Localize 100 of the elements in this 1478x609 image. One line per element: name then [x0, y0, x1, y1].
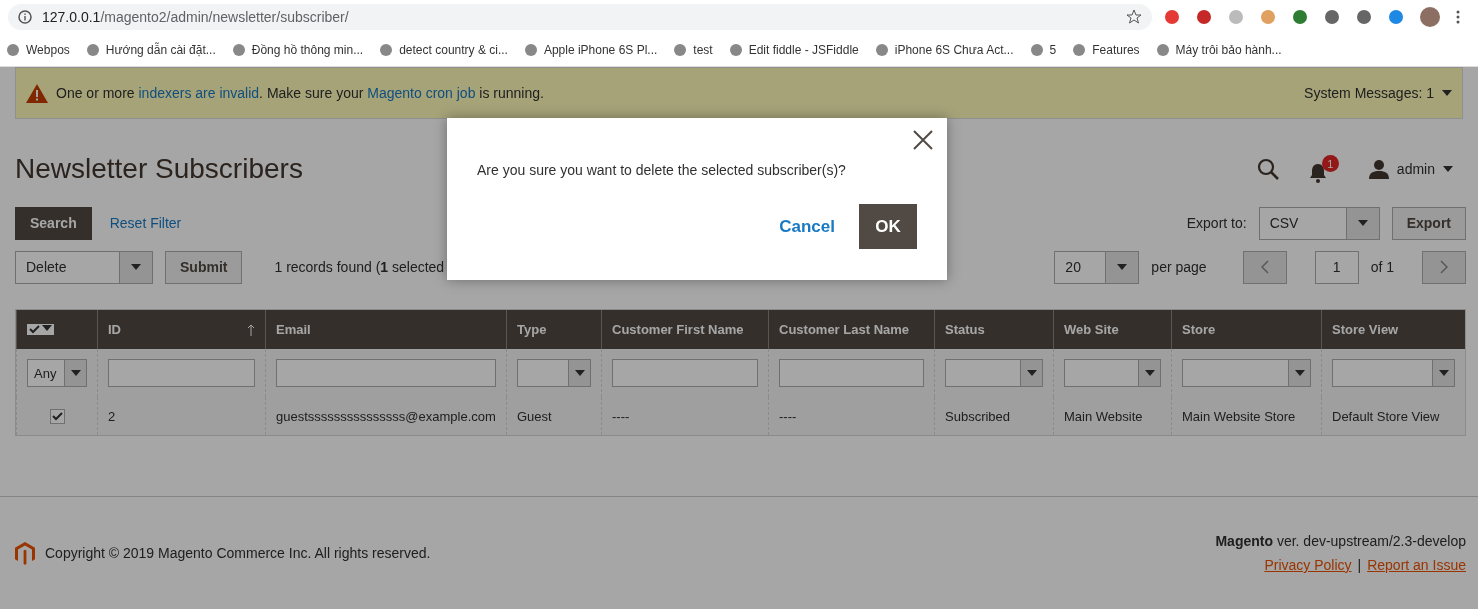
column-header[interactable]: ID	[97, 310, 265, 349]
bookmark[interactable]: iPhone 6S Chưa Act...	[874, 43, 1014, 57]
page-input[interactable]: 1	[1314, 250, 1359, 284]
search-button[interactable]: Search	[15, 206, 92, 240]
table-cell: 2	[108, 408, 116, 424]
check-icon	[29, 325, 40, 334]
filter-input[interactable]	[276, 359, 496, 387]
ok-button[interactable]: OK	[859, 204, 917, 249]
export-format-select[interactable]: CSV	[1258, 206, 1380, 240]
reset-filter-link[interactable]: Reset Filter	[109, 215, 182, 231]
notice-link[interactable]: Magento cron job	[367, 85, 476, 101]
export-label: Export to:	[1186, 215, 1247, 231]
site-icon	[1072, 43, 1087, 57]
column-header[interactable]: Store View	[1321, 310, 1465, 349]
extension-icon[interactable]	[1324, 9, 1340, 25]
previous-page-button[interactable]	[1242, 250, 1287, 284]
bookmark[interactable]: test	[673, 43, 713, 57]
column-header[interactable]: Store	[1171, 310, 1321, 349]
export-button[interactable]: Export	[1391, 206, 1466, 240]
avatar-icon[interactable]	[1420, 7, 1440, 27]
caret-icon	[1438, 370, 1449, 376]
menu-icon[interactable]	[1456, 10, 1460, 24]
site-icon	[523, 43, 538, 57]
filter-input[interactable]	[612, 359, 758, 387]
table-cell: Default Store View	[1332, 408, 1440, 424]
filter-select[interactable]	[1332, 359, 1455, 387]
site-icon	[6, 43, 20, 57]
table-cell: guestsssssssssssssss@example.com	[276, 408, 496, 424]
bookmark[interactable]: 5	[1029, 43, 1057, 57]
mass-select-header[interactable]	[16, 310, 97, 349]
filter-input[interactable]	[779, 359, 924, 387]
extension-icon[interactable]	[1356, 9, 1372, 25]
notifications-bell[interactable]: 1	[1308, 155, 1339, 183]
search-icon[interactable]	[1256, 158, 1279, 180]
bookmark[interactable]: Hướng dẫn cài đặt...	[85, 43, 216, 57]
site-icon	[874, 43, 889, 57]
extension-icon[interactable]	[1292, 9, 1308, 25]
link-separator: |	[1357, 557, 1362, 573]
caret-icon	[1357, 220, 1368, 226]
submit-button[interactable]: Submit	[165, 250, 243, 284]
bookmark[interactable]: Edit fiddle - JSFiddle	[728, 43, 859, 57]
site-icon	[673, 43, 688, 57]
caret-icon	[1026, 370, 1037, 376]
per-page-select[interactable]: 20	[1054, 250, 1140, 284]
per-page-label: per page	[1151, 259, 1207, 275]
records-count: 1 records found (1 selected	[274, 259, 445, 275]
star-icon[interactable]	[1126, 9, 1142, 25]
system-messages[interactable]: System Messages: 1	[1304, 85, 1452, 101]
warning-icon	[26, 83, 48, 103]
table-cell: ----	[612, 408, 630, 424]
bookmark[interactable]: Features	[1072, 43, 1140, 57]
column-header[interactable]: Customer Last Name	[768, 310, 934, 349]
site-icon	[1155, 43, 1170, 57]
filter-input[interactable]	[108, 359, 255, 387]
notice-text: One or more indexers are invalid. Make sure your Magento cron job is running.	[56, 85, 545, 101]
site-icon	[85, 43, 100, 57]
table-cell: Main Website	[1064, 408, 1143, 424]
caret-icon	[42, 325, 52, 331]
column-header[interactable]: Web Site	[1053, 310, 1171, 349]
extension-icon[interactable]	[1388, 9, 1404, 25]
bookmark[interactable]: Apple iPhone 6S Pl...	[523, 43, 658, 57]
extension-icon[interactable]	[1164, 9, 1180, 25]
cancel-button[interactable]: Cancel	[773, 215, 841, 238]
bookmark[interactable]: Đồng hồ thông min...	[231, 43, 364, 57]
bookmark[interactable]: Webpos	[6, 43, 70, 57]
caret-icon	[1442, 90, 1452, 96]
column-header[interactable]: Status	[934, 310, 1053, 349]
user-menu[interactable]: admin	[1368, 159, 1453, 179]
column-header[interactable]: Customer First Name	[601, 310, 768, 349]
bell-icon	[1308, 163, 1327, 183]
caret-icon	[70, 370, 81, 376]
filter-select[interactable]	[945, 359, 1043, 387]
extension-icon[interactable]	[1196, 9, 1212, 25]
table-cell: ----	[779, 408, 797, 424]
bookmark[interactable]: detect country & ci...	[379, 43, 508, 57]
caret-icon	[1294, 370, 1305, 376]
caret-icon	[131, 264, 141, 270]
caret-icon	[574, 370, 585, 376]
site-icon	[379, 43, 394, 57]
page-title: Newsletter Subscribers	[15, 153, 303, 185]
column-header[interactable]: Type	[506, 310, 601, 349]
filter-select[interactable]: Any	[27, 359, 87, 387]
table-cell: Subscribed	[945, 408, 1011, 424]
site-icon	[728, 43, 743, 57]
notification-count: 1	[1321, 155, 1339, 172]
chevron-left-icon	[1260, 260, 1269, 274]
caret-icon	[1117, 264, 1128, 270]
next-page-button[interactable]	[1422, 250, 1466, 284]
address-bar[interactable]: 127.0.0.1/magento2/admin/newsletter/subscriber/	[8, 4, 1152, 30]
filter-select[interactable]	[517, 359, 591, 387]
filter-select[interactable]	[1182, 359, 1311, 387]
mass-action-select[interactable]: Delete	[15, 250, 153, 284]
column-header[interactable]: Email	[265, 310, 506, 349]
bookmark[interactable]: Máy trôi bảo hành...	[1155, 43, 1282, 57]
table-cell: Main Website Store	[1182, 408, 1296, 424]
row-checkbox[interactable]	[49, 408, 65, 424]
filter-select[interactable]	[1064, 359, 1161, 387]
version-text: Magento ver. dev-upstream/2.3-develop	[1215, 533, 1466, 549]
notice-link[interactable]: indexers are invalid	[138, 85, 260, 101]
check-icon	[51, 411, 63, 421]
